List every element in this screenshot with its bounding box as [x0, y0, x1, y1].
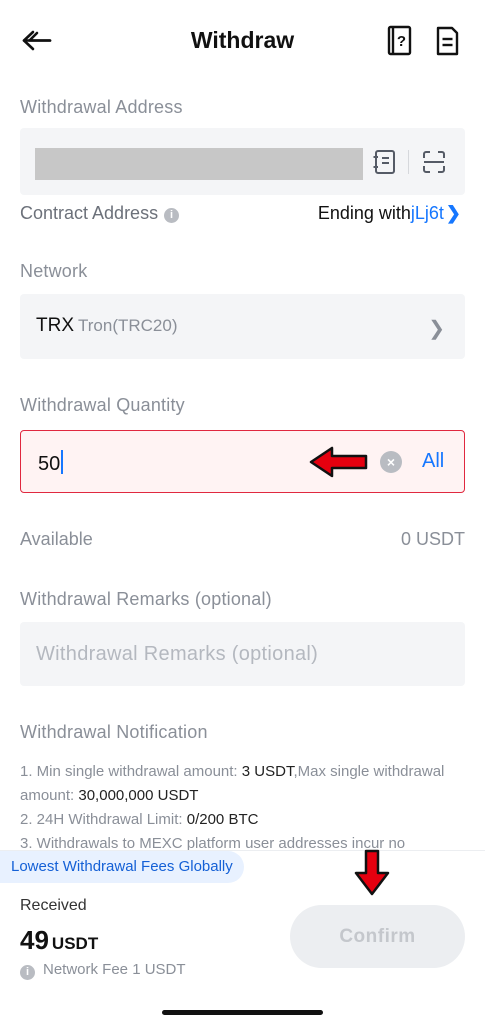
home-indicator	[162, 1010, 323, 1015]
network-selector[interactable]: TRX Tron(TRC20) ❯	[20, 294, 465, 359]
info-icon[interactable]: i	[20, 965, 35, 980]
received-value: 49	[20, 925, 49, 955]
scan-icon	[423, 151, 445, 173]
header: Withdraw ?	[0, 0, 485, 82]
records-button[interactable]	[432, 24, 462, 58]
red-arrow-down-annotation	[354, 849, 390, 896]
remarks-input[interactable]	[36, 622, 446, 686]
notification-line-1: 1. Min single withdrawal amount: 3 USDT,…	[20, 763, 445, 804]
network-label: Network	[20, 261, 88, 281]
contract-address-label: Contract Address	[20, 203, 159, 223]
address-field-divider	[408, 150, 409, 174]
withdrawal-address-field[interactable]	[20, 128, 465, 195]
remarks-field[interactable]	[20, 622, 465, 686]
contract-ending-link[interactable]: Ending withjLj6t ❯	[318, 203, 461, 224]
chevron-right-icon: ❯	[445, 203, 461, 223]
record-document-icon	[436, 26, 459, 56]
address-book-icon	[373, 150, 395, 174]
network-fee-text: Network Fee 1 USDT	[43, 961, 186, 978]
notification-title: Withdrawal Notification	[20, 722, 208, 742]
info-icon[interactable]: i	[164, 208, 180, 223]
promo-badge: Lowest Withdrawal Fees Globally	[0, 851, 244, 883]
red-arrow-left-annotation	[309, 446, 368, 478]
scan-button[interactable]	[421, 148, 447, 176]
received-amount: 49 USDT	[20, 925, 98, 956]
chevron-right-icon: ❯	[428, 318, 445, 340]
all-button[interactable]: All	[422, 450, 444, 473]
network-code: TRX	[36, 315, 74, 336]
quantity-value: 50	[38, 453, 61, 475]
notification-line-2: 2. 24H Withdrawal Limit: 0/200 BTC	[20, 811, 259, 828]
received-unit: USDT	[51, 934, 99, 953]
network-fee-row: i Network Fee 1 USDT	[20, 961, 186, 980]
help-button[interactable]: ?	[385, 24, 415, 58]
quantity-input[interactable]: 50 × All	[20, 430, 465, 493]
withdrawal-quantity-label: Withdrawal Quantity	[20, 395, 185, 415]
contract-ending-value: jLj6t	[410, 203, 444, 223]
network-name: Tron(TRC20)	[78, 316, 178, 335]
remarks-label: Withdrawal Remarks (optional)	[20, 589, 272, 609]
help-book-icon: ?	[387, 25, 412, 56]
contract-ending-prefix: Ending with	[317, 203, 411, 223]
redacted-address-value	[35, 148, 363, 180]
svg-text:?: ?	[397, 33, 406, 50]
available-row: Available 0 USDT	[20, 529, 465, 550]
contract-address-row: Contract Address i Ending withjLj6t ❯	[20, 203, 465, 227]
confirm-button[interactable]: Confirm	[290, 905, 465, 968]
clear-icon[interactable]: ×	[380, 451, 402, 473]
text-cursor	[61, 450, 64, 474]
address-book-button[interactable]	[372, 148, 398, 176]
available-value: 0 USDT	[400, 529, 465, 549]
received-label: Received	[20, 897, 87, 914]
notification-text: 1. Min single withdrawal amount: 3 USDT,…	[20, 760, 465, 856]
withdrawal-address-label: Withdrawal Address	[20, 97, 183, 117]
available-label: Available	[20, 529, 93, 549]
